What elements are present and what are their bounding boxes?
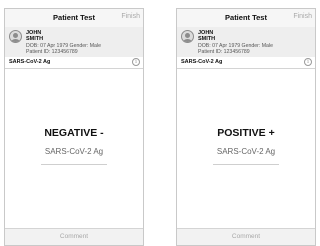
comment-button[interactable]: Comment (177, 233, 315, 240)
divider (41, 164, 107, 165)
patient-card[interactable]: JOHN SMITH DOB: 07 Apr 1979 Gender: Male… (177, 27, 315, 58)
result-test-name: SARS-CoV-2 Ag (44, 147, 104, 156)
finish-button[interactable]: Finish (121, 13, 140, 20)
info-icon[interactable]: i (304, 58, 312, 66)
test-name: SARS-CoV-2 Ag (181, 59, 223, 65)
test-row: SARS-CoV-2 Ag i (5, 57, 143, 69)
test-name: SARS-CoV-2 Ag (9, 59, 51, 65)
patient-name: JOHN SMITH (26, 30, 43, 42)
patient-id: Patient ID: 123456789 (198, 49, 250, 55)
divider (213, 164, 279, 165)
patient-id: Patient ID: 123456789 (26, 49, 78, 55)
screen-negative: Patient Test Finish JOHN SMITH DOB: 07 A… (4, 8, 144, 246)
footer: Comment (177, 228, 315, 245)
nav-bar: Patient Test Finish (177, 9, 315, 28)
patient-card[interactable]: JOHN SMITH DOB: 07 Apr 1979 Gender: Male… (5, 27, 143, 58)
patient-last-name: SMITH (26, 36, 44, 42)
comment-button[interactable]: Comment (5, 233, 143, 240)
patient-last-name: SMITH (198, 36, 216, 42)
result-value: POSITIVE + (217, 127, 275, 139)
patient-name: JOHN SMITH (198, 30, 215, 42)
info-icon[interactable]: i (132, 58, 140, 66)
test-row: SARS-CoV-2 Ag i (177, 57, 315, 69)
finish-button[interactable]: Finish (293, 13, 312, 20)
result-value: NEGATIVE - (44, 127, 104, 139)
footer: Comment (5, 228, 143, 245)
screen-positive: Patient Test Finish JOHN SMITH DOB: 07 A… (176, 8, 316, 246)
result-test-name: SARS-CoV-2 Ag (216, 147, 276, 156)
person-avatar-icon (9, 30, 22, 43)
nav-bar: Patient Test Finish (5, 9, 143, 28)
person-avatar-icon (181, 30, 194, 43)
